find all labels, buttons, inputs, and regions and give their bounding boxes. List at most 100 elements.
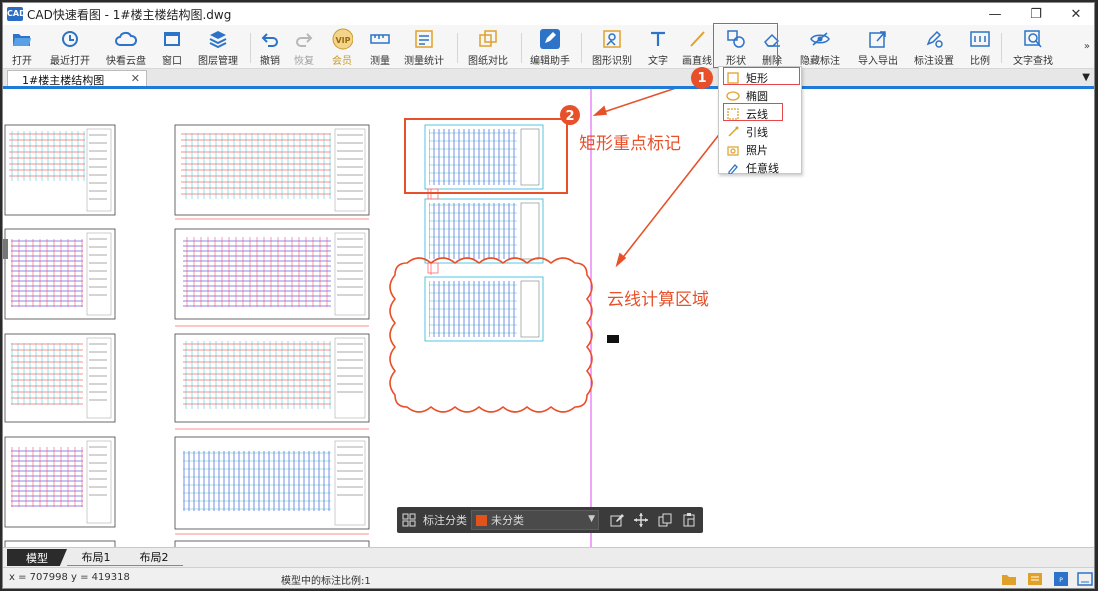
grid-icon[interactable] [397,507,421,533]
tab-layout2[interactable]: 布局2 [125,549,183,566]
edit-assistant-label: 编辑助手 [530,56,570,67]
side-panel-handle[interactable] [3,239,8,259]
drawing-sheet [424,276,544,342]
drawing-sheet [424,124,544,190]
toolbar-separator [250,33,251,63]
status-bar: x = 707998 y = 419318 模型中的标注比例:1 P [3,567,1094,588]
layer-manager-button[interactable]: 图层管理 [193,26,243,68]
drawing-sheet [174,228,370,320]
import-export-button[interactable]: 导入导出 [853,26,903,68]
import-export-icon [867,28,889,50]
layers-icon [207,28,229,50]
compare-button[interactable]: 图纸对比 [463,26,513,68]
move-markup-icon[interactable] [629,507,653,533]
drawing-sheet [174,436,370,530]
markup-settings-label: 标注设置 [914,56,954,67]
paste-markup-icon[interactable] [677,507,701,533]
edit-assistant-button[interactable]: 编辑助手 [525,26,575,68]
title-bar: CAD CAD快速看图 - 1#楼主楼结构图.dwg — ❐ ✕ [3,3,1094,25]
menu-highlight-rectangle [723,67,800,85]
annotation-arrow [594,89,676,116]
fullscreen-icon[interactable] [1077,571,1093,587]
measure-stats-label: 测量统计 [404,56,444,67]
ellipse-icon [726,89,740,103]
markup-toolbar: 标注分类 未分类 ▼ [397,507,703,533]
cloud-icon [115,28,137,50]
settings-icon[interactable] [1027,571,1043,587]
drawing-canvas[interactable]: 2 矩形重点标记 云线计算区域 标注分类 未分类 ▼ [3,89,1094,547]
folder-open-icon [11,28,33,50]
markup-category-label: 标注分类 [423,514,467,527]
redo-button[interactable]: 恢复 [287,26,321,68]
hide-markup-button[interactable]: 隐藏标注 [795,26,845,68]
menu-item-label: 任意线 [746,162,779,175]
vip-button[interactable]: VIP 会员 [325,26,359,68]
line-button[interactable]: 画直线 [677,26,717,68]
copy-markup-icon[interactable] [653,507,677,533]
menu-item-photo[interactable]: 照片 [720,141,800,159]
scale-label: 比例 [970,56,990,67]
close-button[interactable]: ✕ [1057,3,1094,25]
open-button[interactable]: 打开 [5,26,39,68]
text-search-button[interactable]: 文字查找 [1005,26,1061,68]
import-export-label: 导入导出 [858,56,898,67]
toolbar-separator [457,33,458,63]
markup-settings-button[interactable]: 标注设置 [909,26,959,68]
drawing-sheet [4,228,116,320]
marker-1: 1 [691,67,713,89]
measure-icon [369,28,391,50]
compare-icon [477,28,499,50]
tab-model[interactable]: 模型 [7,549,67,566]
category-color-swatch [476,514,487,526]
recent-button[interactable]: 最近打开 [45,26,95,68]
toolbar-overflow-button[interactable]: » [1084,41,1090,52]
folder-icon[interactable] [1001,571,1017,587]
tab-close-icon[interactable]: ✕ [131,72,140,85]
vip-badge: VIP [335,36,350,45]
window-button[interactable]: 窗口 [155,26,189,68]
redo-label: 恢复 [294,56,314,67]
freehand-icon [726,161,740,175]
menu-item-freehand[interactable]: 任意线 [720,159,800,177]
minimize-button[interactable]: — [976,3,1014,25]
drawing-sheet [4,124,116,216]
undo-label: 撤销 [260,56,280,67]
compare-label: 图纸对比 [468,56,508,67]
rect-note-text: 矩形重点标记 [579,134,681,154]
line-label: 画直线 [682,56,712,67]
open-label: 打开 [12,56,32,67]
measure-stats-button[interactable]: 测量统计 [399,26,449,68]
markup-category-value: 未分类 [491,514,524,527]
markup-settings-icon [923,28,945,50]
measure-label: 测量 [370,56,390,67]
restore-button[interactable]: ❐ [1017,3,1055,25]
text-icon [647,28,669,50]
window-icon [161,28,183,50]
drawing-sheet [4,436,116,528]
text-search-label: 文字查找 [1013,56,1053,67]
cloud-drive-button[interactable]: 快看云盘 [101,26,151,68]
vip-label: 会员 [332,56,352,67]
drawing-sheet [174,333,370,423]
menu-highlight-cloud-line [723,103,783,121]
edit-markup-icon[interactable] [605,507,629,533]
measure-button[interactable]: 测量 [363,26,397,68]
cloud-note-text: 云线计算区域 [607,290,709,310]
recent-icon [59,28,81,50]
markup-category-select[interactable]: 未分类 ▼ [471,510,599,530]
pdf-icon[interactable]: P [1053,571,1069,587]
shape-recognize-icon [601,28,623,50]
menu-item-leader[interactable]: 引线 [720,123,800,141]
undo-button[interactable]: 撤销 [253,26,287,68]
menu-item-label: 照片 [746,144,768,157]
vip-icon: VIP [331,28,353,50]
document-tab-bar: 1#楼主楼结构图 ✕ ▼ [3,69,1094,89]
scale-button[interactable]: 比例 [963,26,997,68]
tab-layout1[interactable]: 布局1 [67,549,125,566]
text-button[interactable]: 文字 [641,26,675,68]
shape-recognize-button[interactable]: 图形识别 [587,26,637,68]
tab-list-arrow-icon[interactable]: ▼ [1082,72,1090,83]
toolbar-separator [1001,33,1002,63]
undo-icon [259,28,281,50]
hide-markup-icon [809,28,831,50]
